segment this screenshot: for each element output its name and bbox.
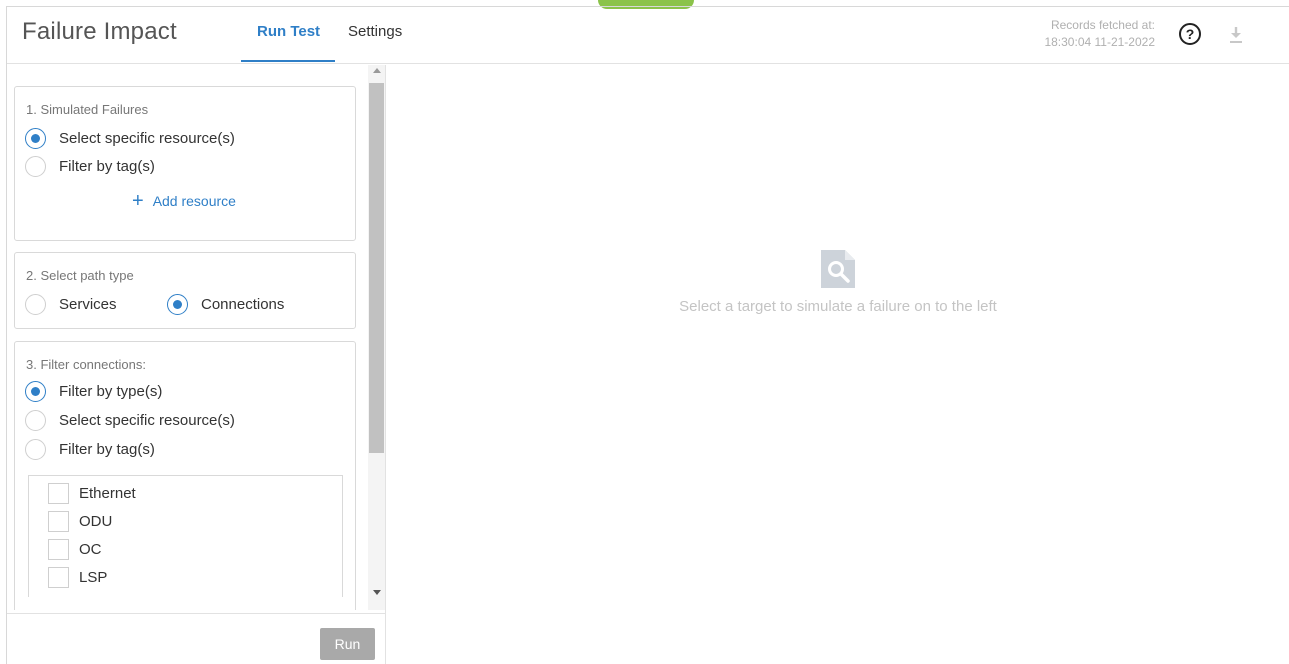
plus-icon: +: [132, 190, 144, 212]
radio-label: Filter by tag(s): [59, 157, 155, 175]
scroll-down-arrow-icon[interactable]: [373, 590, 381, 595]
records-fetched-info: Records fetched at: 18:30:04 11-21-2022: [1040, 17, 1155, 51]
tab-run-test[interactable]: Run Test: [257, 23, 320, 63]
radio-connections[interactable]: Connections: [167, 293, 284, 315]
scrollbar-thumb[interactable]: [369, 83, 384, 453]
checkbox[interactable]: [48, 538, 69, 560]
add-resource-button[interactable]: + Add resource: [132, 190, 236, 212]
section-title: 3. Filter connections:: [26, 357, 146, 372]
checkbox-label: Ethernet: [79, 484, 136, 502]
page-title: Failure Impact: [22, 18, 177, 45]
radio-services[interactable]: Services: [25, 293, 117, 315]
results-area: Select a target to simulate a failure on…: [387, 65, 1289, 664]
panel-scroll-area[interactable]: 1. Simulated Failures Select specific re…: [7, 65, 386, 610]
records-fetched-label: Records fetched at:: [1050, 18, 1155, 32]
radio-filter-by-tags[interactable]: Filter by tag(s): [25, 438, 155, 460]
checkbox[interactable]: [48, 482, 69, 504]
filter-connections-card: 3. Filter connections: Filter by type(s)…: [14, 341, 356, 610]
section-title: 1. Simulated Failures: [26, 102, 149, 117]
radio-label: Filter by tag(s): [59, 440, 155, 458]
active-tab-indicator: [241, 60, 335, 62]
help-icon[interactable]: ?: [1179, 23, 1201, 45]
checkbox-oc[interactable]: OC: [48, 538, 102, 560]
checkbox-label: OC: [79, 540, 102, 558]
left-panel: 1. Simulated Failures Select specific re…: [7, 65, 386, 664]
checkbox-lsp[interactable]: LSP: [48, 566, 107, 588]
checkbox-odu[interactable]: ODU: [48, 510, 112, 532]
checkbox[interactable]: [48, 566, 69, 588]
empty-state-message: Select a target to simulate a failure on…: [679, 298, 997, 315]
radio-button-checked[interactable]: [25, 380, 46, 402]
checkbox-label: LSP: [79, 568, 108, 586]
radio-button[interactable]: [25, 409, 46, 431]
radio-select-specific-resources[interactable]: Select specific resource(s): [25, 127, 235, 149]
tab-settings[interactable]: Settings: [348, 23, 402, 63]
records-fetched-time: 18:30:04 11-21-2022: [1044, 35, 1155, 49]
radio-button[interactable]: [25, 155, 46, 177]
checkbox-ethernet[interactable]: Ethernet: [48, 482, 136, 504]
section-title: 2. Select path type: [26, 268, 134, 283]
radio-button[interactable]: [25, 438, 46, 460]
radio-label: Filter by type(s): [59, 382, 163, 400]
radio-label: Connections: [201, 295, 285, 313]
download-icon[interactable]: [1228, 24, 1244, 46]
add-resource-label: Add resource: [152, 193, 236, 209]
panel-scrollbar[interactable]: [368, 65, 385, 610]
radio-label: Services: [59, 295, 117, 313]
run-button[interactable]: Run: [320, 628, 375, 660]
panel-footer: Run: [7, 613, 386, 664]
header-bar: Failure Impact Run Test Settings Records…: [7, 7, 1289, 64]
radio-label: Select specific resource(s): [59, 411, 235, 429]
radio-button-checked[interactable]: [25, 127, 46, 149]
path-type-card: 2. Select path type Services Connections: [14, 252, 356, 329]
simulated-failures-card: 1. Simulated Failures Select specific re…: [14, 86, 356, 241]
radio-button[interactable]: [25, 293, 46, 315]
radio-select-specific-resources[interactable]: Select specific resource(s): [25, 409, 235, 431]
radio-button-checked[interactable]: [167, 293, 188, 315]
checkbox-label: ODU: [79, 512, 113, 530]
checkbox[interactable]: [48, 510, 69, 532]
document-search-icon: [821, 250, 855, 288]
radio-filter-by-types[interactable]: Filter by type(s): [25, 380, 162, 402]
radio-filter-by-tags[interactable]: Filter by tag(s): [25, 155, 155, 177]
radio-label: Select specific resource(s): [59, 129, 235, 147]
scroll-up-arrow-icon[interactable]: [373, 68, 381, 73]
